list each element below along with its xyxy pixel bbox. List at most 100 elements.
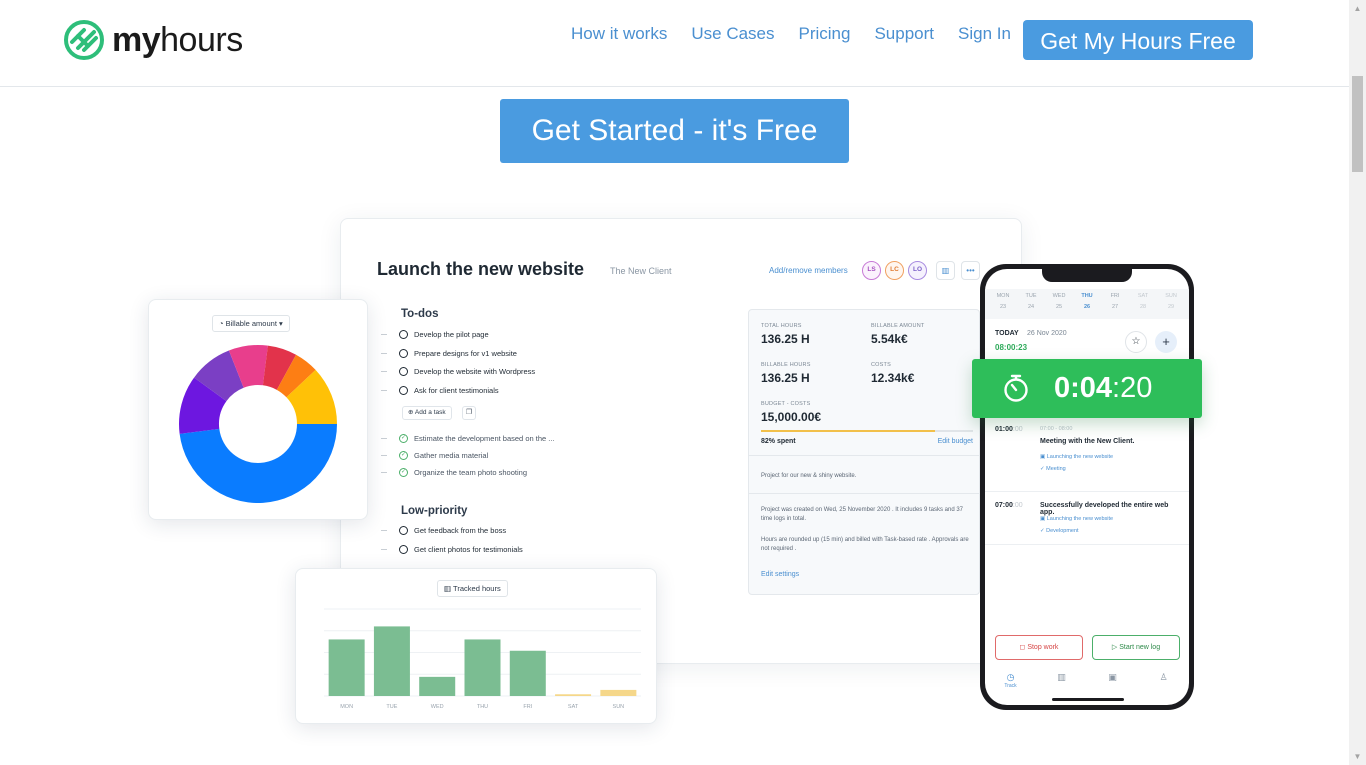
check-done-icon[interactable]: ✓	[399, 434, 408, 443]
scroll-up-arrow-icon[interactable]: ▲	[1349, 0, 1366, 17]
stopwatch-icon: ◷	[1006, 672, 1015, 682]
today-label: TODAY	[995, 330, 1019, 337]
phone-notch	[1042, 269, 1132, 282]
start-new-log-button[interactable]: ▷ Start new log	[1092, 635, 1180, 660]
avatar[interactable]: LO	[908, 261, 927, 280]
briefcase-icon: ▣	[1040, 454, 1046, 460]
todo-item[interactable]: Develop the website with Wordpress	[381, 367, 535, 376]
time-log-entry[interactable]: 07:00:00 Successfully developed the enti…	[985, 491, 1189, 545]
site-header: myhours How it works Use Cases Pricing S…	[0, 0, 1349, 87]
todo-item[interactable]: Ask for client testimonials	[381, 386, 499, 395]
checkbox-icon[interactable]	[399, 386, 408, 395]
get-started-button[interactable]: Get Started - it's Free	[500, 99, 849, 163]
checkbox-icon[interactable]	[399, 367, 408, 376]
log-project: ▣ Launching the new website	[1040, 516, 1114, 522]
avatar[interactable]: LC	[885, 261, 904, 280]
bar-thu	[464, 639, 501, 696]
x-tick-label: FRI	[523, 704, 532, 710]
todo-item[interactable]: Get client photos for testimonials	[381, 545, 523, 554]
week-day[interactable]: TUE 24	[1019, 289, 1043, 319]
tab-reports[interactable]: ▥	[1047, 669, 1077, 699]
week-day[interactable]: SUN 29	[1159, 289, 1183, 319]
briefcase-icon: ▣	[1040, 516, 1046, 522]
phone-screen: MON 23 TUE 24 WED 25 THU 26 FRI 27 SAT 28 SUN 29 TODA…	[985, 269, 1189, 705]
bar-mon	[328, 639, 365, 696]
checkbox-icon[interactable]	[399, 349, 408, 358]
tab-profile[interactable]: ♙	[1149, 669, 1179, 699]
running-timer[interactable]: 0:04:20	[972, 359, 1202, 418]
done-item[interactable]: ✓ Gather media material	[381, 451, 488, 460]
low-priority-title: Low-priority	[401, 505, 468, 517]
main-nav: How it works Use Cases Pricing Support S…	[571, 24, 1011, 44]
log-project: ▣ Launching the new website	[1040, 454, 1114, 460]
home-indicator	[1052, 698, 1124, 701]
stat-label: BILLABLE AMOUNT	[871, 323, 925, 329]
logo[interactable]: myhours	[64, 20, 243, 60]
week-day[interactable]: FRI 27	[1103, 289, 1127, 319]
nav-support[interactable]: Support	[874, 24, 934, 44]
done-item[interactable]: ✓ Estimate the development based on the .…	[381, 434, 555, 443]
check-icon: ✓	[1040, 466, 1045, 472]
stat-label: BILLABLE HOURS	[761, 362, 811, 368]
nav-sign-in[interactable]: Sign In	[958, 24, 1011, 44]
tracked-hours-card: ▥ Tracked hours MON TUE WED THU FRI SAT SUN	[295, 568, 657, 724]
today-date: 26 Nov 2020	[1027, 330, 1067, 337]
log-duration: 01:00:00	[995, 426, 1023, 433]
week-day[interactable]: WED 25	[1047, 289, 1071, 319]
time-log-entry[interactable]: 01:00:00 07:00 - 08:00 Meeting with the …	[985, 415, 1189, 478]
nav-pricing[interactable]: Pricing	[799, 24, 851, 44]
play-icon: ▷	[1111, 644, 1118, 651]
stat-total-hours: 136.25 H	[761, 332, 810, 346]
log-description: Successfully developed the entire web ap…	[1040, 502, 1169, 516]
todos-title: To-dos	[401, 308, 439, 320]
check-done-icon[interactable]: ✓	[399, 468, 408, 477]
more-options-icon[interactable]: •••	[961, 261, 980, 280]
checkbox-icon[interactable]	[399, 330, 408, 339]
stop-work-button[interactable]: ◻ Stop work	[995, 635, 1083, 660]
todo-item[interactable]: Get feedback from the boss	[381, 526, 506, 535]
project-client: The New Client	[610, 266, 672, 276]
todo-item[interactable]: Prepare designs for v1 website	[381, 349, 517, 358]
add-task-button[interactable]: ⊕ Add a task	[402, 406, 452, 420]
add-remove-members-link[interactable]: Add/remove members	[769, 266, 848, 275]
copy-icon[interactable]: ❐	[462, 406, 476, 420]
bar-sun	[600, 689, 637, 696]
nav-how-it-works[interactable]: How it works	[571, 24, 667, 44]
add-icon[interactable]: +	[1155, 331, 1177, 353]
check-done-icon[interactable]: ✓	[399, 451, 408, 460]
week-day[interactable]: THU 26	[1075, 289, 1099, 319]
checkbox-icon[interactable]	[399, 545, 408, 554]
get-my-hours-free-button[interactable]: Get My Hours Free	[1023, 20, 1253, 60]
briefcase-icon: ▣	[1108, 672, 1117, 682]
project-rounding-info: Hours are rounded up (15 min) and billed…	[761, 537, 969, 552]
edit-budget-link[interactable]: Edit budget	[938, 438, 973, 445]
page-scrollbar[interactable]: ▲ ▼	[1349, 0, 1366, 765]
scroll-down-arrow-icon[interactable]: ▼	[1349, 748, 1366, 765]
stopwatch-icon	[1004, 374, 1028, 402]
chart-icon[interactable]: ▥	[936, 261, 955, 280]
phone-mockup: MON 23 TUE 24 WED 25 THU 26 FRI 27 SAT 28 SUN 29 TODA…	[980, 264, 1194, 710]
scroll-thumb[interactable]	[1352, 76, 1363, 172]
bar-tue	[373, 626, 410, 696]
project-title: Launch the new website	[377, 259, 585, 279]
divider	[749, 455, 979, 456]
checkbox-icon[interactable]	[399, 526, 408, 535]
week-day[interactable]: MON 23	[991, 289, 1015, 319]
avatar[interactable]: LS	[862, 261, 881, 280]
stat-label: COSTS	[871, 362, 891, 368]
stat-label: BUDGET - COSTS	[761, 401, 811, 407]
star-icon[interactable]: ☆	[1125, 331, 1147, 353]
edit-settings-link[interactable]: Edit settings	[761, 571, 799, 578]
today-total-time: 08:00:23	[995, 343, 1028, 352]
done-item[interactable]: ✓ Organize the team photo shooting	[381, 468, 527, 477]
tab-projects[interactable]: ▣	[1098, 669, 1128, 699]
myhours-logo-icon	[64, 20, 104, 60]
week-selector: MON 23 TUE 24 WED 25 THU 26 FRI 27 SAT 28 SUN 29	[985, 289, 1189, 319]
week-day[interactable]: SAT 28	[1131, 289, 1155, 319]
nav-use-cases[interactable]: Use Cases	[691, 24, 774, 44]
timer-value: 0:04:20	[1054, 372, 1153, 404]
tab-track[interactable]: ◷ Track	[996, 669, 1026, 699]
stat-costs: 12.34k€	[871, 371, 915, 385]
x-tick-label: SUN	[613, 704, 625, 710]
todo-item[interactable]: Develop the pilot page	[381, 330, 489, 339]
